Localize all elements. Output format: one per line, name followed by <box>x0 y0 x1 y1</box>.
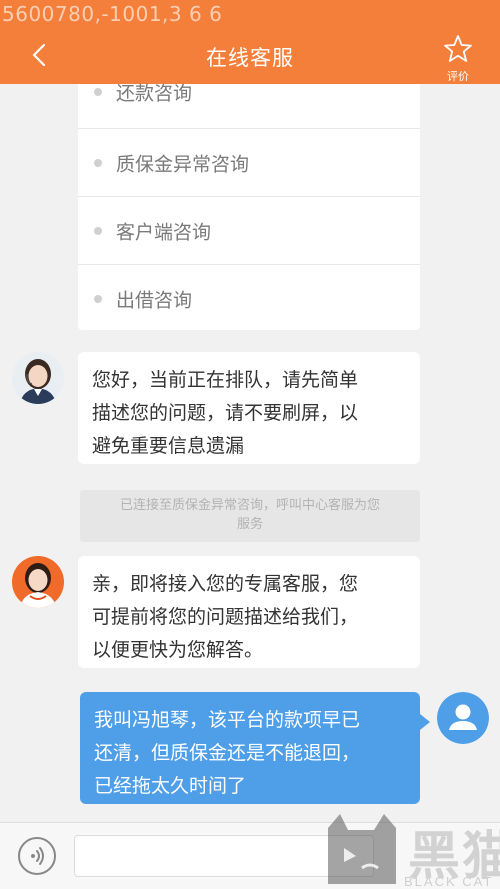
message-line: 您好，当前正在排队，请先简单 <box>92 369 359 391</box>
voice-icon <box>31 847 44 865</box>
menu-item-label: 出借咨询 <box>116 289 193 311</box>
voice-button[interactable] <box>18 837 56 875</box>
menu-item-label: 还款咨询 <box>116 82 193 105</box>
menu-item-lending[interactable]: 出借咨询 <box>78 265 420 332</box>
bullet-dot <box>94 294 102 303</box>
message-line: 避免重要信息遗漏 <box>92 435 245 457</box>
rate-label: 评价 <box>447 70 469 83</box>
menu-item-deposit[interactable]: 质保金异常咨询 <box>78 129 420 197</box>
agent-message-bubble: 您好，当前正在排队，请先简单 描述您的问题，请不要刷屏，以 避免重要信息遗漏 <box>78 352 420 464</box>
rate-button[interactable]: 评价 <box>440 34 476 83</box>
message-line: 已经拖太久时间了 <box>94 775 247 797</box>
message-line: 亲，即将接入您的专属客服，您 <box>92 573 359 595</box>
message-line: 描述您的问题，请不要刷屏，以 <box>92 402 359 424</box>
system-notice: 已连接至质保金异常咨询，呼叫中心客服为您 服务 <box>80 490 420 542</box>
bullet-dot <box>94 88 102 96</box>
message-line: 可提前将您的问题描述给我们， <box>92 606 359 628</box>
notice-line: 服务 <box>236 517 263 532</box>
header-bar: 5600780,-1001,3 6 6 在线客服 评价 <box>0 0 500 84</box>
status-overlay-text: 5600780,-1001,3 6 6 <box>2 2 223 26</box>
page-title: 在线客服 <box>206 46 294 70</box>
menu-item-repayment[interactable]: 还款咨询 <box>78 83 420 129</box>
bullet-dot <box>94 226 102 235</box>
menu-item-client[interactable]: 客户端咨询 <box>78 197 420 265</box>
cat-logo-icon <box>328 814 396 884</box>
faq-menu-card: 还款咨询 质保金异常咨询 客户端咨询 出借咨询 <box>78 83 420 332</box>
blackcat-watermark: 黑猫 BLACK CAT <box>322 810 500 889</box>
menu-item-label: 质保金异常咨询 <box>116 153 250 175</box>
watermark-en-text: BLACK CAT <box>404 874 494 889</box>
agent-message-bubble: 亲，即将接入您的专属客服，您 可提前将您的问题描述给我们， 以便更快为您解答。 <box>78 556 420 668</box>
message-line: 以便更快为您解答。 <box>92 639 264 661</box>
message-line: 还清，但质保金还是不能退回， <box>94 742 361 764</box>
chat-screen: 5600780,-1001,3 6 6 在线客服 评价 还款咨询 质保金异常咨询… <box>0 0 500 889</box>
notice-line: 已连接至质保金异常咨询，呼叫中心客服为您 <box>119 498 380 513</box>
message-line: 我叫冯旭琴，该平台的款项早已 <box>94 709 361 731</box>
agent-avatar <box>12 352 64 404</box>
agent-avatar <box>12 556 64 608</box>
user-avatar-icon <box>437 692 489 744</box>
bullet-dot <box>94 158 102 167</box>
user-message-bubble: 我叫冯旭琴，该平台的款项早已 还清，但质保金还是不能退回， 已经拖太久时间了 <box>80 692 430 804</box>
menu-item-label: 客户端咨询 <box>116 221 212 243</box>
star-icon <box>444 35 472 62</box>
